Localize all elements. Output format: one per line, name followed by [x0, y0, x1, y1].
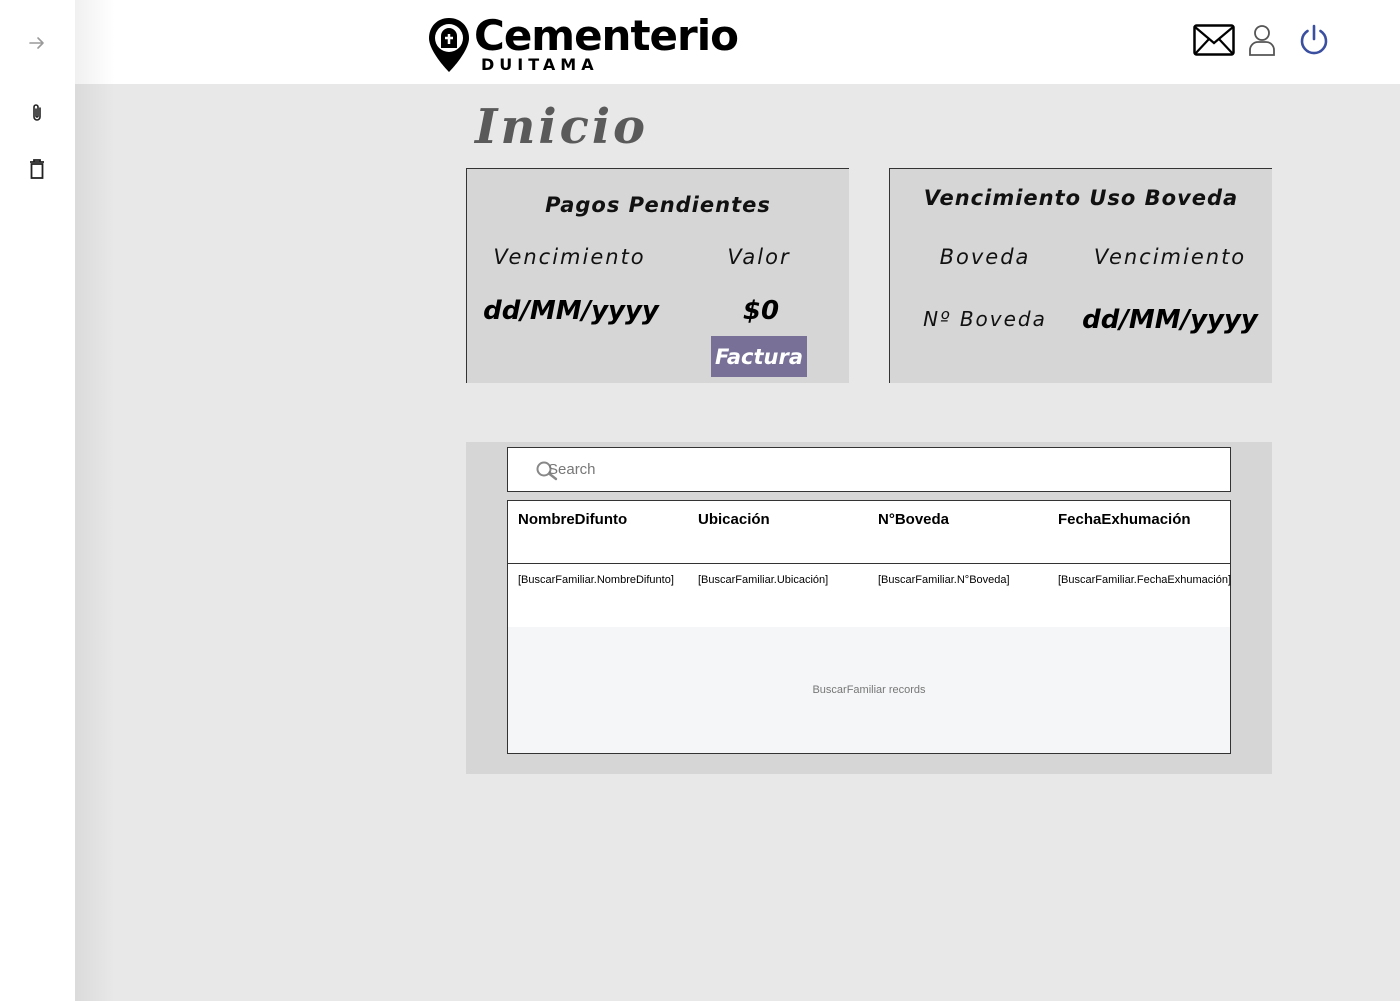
boveda-label: Boveda [939, 245, 1031, 269]
arrow-right-icon [29, 35, 45, 51]
column-header-fecha-exhumacion[interactable]: FechaExhumación [1058, 511, 1191, 528]
mail-icon [1193, 23, 1235, 61]
column-header-numero-boveda[interactable]: N°Boveda [878, 511, 949, 528]
location-pin-icon [427, 16, 471, 79]
power-icon [1299, 24, 1329, 61]
records-footer: BuscarFamiliar records [508, 627, 1230, 753]
top-header: Cementerio DUITAMA [75, 0, 1400, 84]
cell-nombre-difunto: [BuscarFamiliar.NombreDifunto] [518, 574, 674, 586]
cell-numero-boveda: [BuscarFamiliar.N°Boveda] [878, 574, 1010, 586]
column-header-ubicacion[interactable]: Ubicación [698, 511, 770, 528]
table-header: NombreDifunto Ubicación N°Boveda FechaEx… [508, 501, 1230, 564]
valor-amount-value: $0 [742, 296, 780, 326]
boveda-date-value: dd/MM/yyyy [1082, 305, 1258, 335]
paperclip-icon [30, 103, 44, 123]
table-row[interactable]: [BuscarFamiliar.NombreDifunto] [BuscarFa… [508, 564, 1232, 627]
cementerio-logo[interactable]: Cementerio DUITAMA [427, 11, 757, 79]
records-table: NombreDifunto Ubicación N°Boveda FechaEx… [507, 500, 1231, 754]
profile-button[interactable] [1245, 22, 1279, 62]
main-content: Inicio Pagos Pendientes Vencimiento Valo… [75, 84, 1400, 1001]
logo-subtitle: DUITAMA [481, 55, 599, 74]
pagos-card-title: Pagos Pendientes [545, 193, 771, 217]
valor-label: Valor [727, 245, 791, 269]
factura-button[interactable]: Factura [711, 336, 807, 377]
pagos-pendientes-card: Pagos Pendientes Vencimiento Valor dd/MM… [466, 168, 849, 383]
user-icon [1248, 24, 1276, 61]
search-input[interactable] [548, 448, 1218, 491]
vencimiento-date-value: dd/MM/yyyy [483, 296, 659, 326]
buscar-familiar-panel: NombreDifunto Ubicación N°Boveda FechaEx… [466, 442, 1272, 774]
search-box [507, 447, 1231, 492]
column-header-nombre-difunto[interactable]: NombreDifunto [518, 511, 627, 528]
trash-icon [29, 159, 45, 179]
sidebar [0, 0, 75, 1001]
vencimiento-label: Vencimiento [493, 245, 646, 269]
logout-button[interactable] [1297, 22, 1331, 62]
messages-button[interactable] [1193, 22, 1235, 62]
records-footer-text: BuscarFamiliar records [812, 684, 926, 696]
attachments-button[interactable] [22, 98, 52, 128]
vencimiento-boveda-card: Vencimiento Uso Boveda Boveda Vencimient… [889, 168, 1272, 383]
cell-ubicacion: [BuscarFamiliar.Ubicación] [698, 574, 829, 586]
expand-sidebar-button[interactable] [22, 28, 52, 58]
cell-fecha-exhumacion: [BuscarFamiliar.FechaExhumación] [1058, 574, 1232, 586]
numero-boveda-value: Nº Boveda [923, 307, 1047, 331]
boveda-card-title: Vencimiento Uso Boveda [923, 186, 1239, 210]
page-title: Inicio [475, 99, 649, 155]
delete-button[interactable] [22, 154, 52, 184]
boveda-vencimiento-label: Vencimiento [1093, 245, 1247, 269]
